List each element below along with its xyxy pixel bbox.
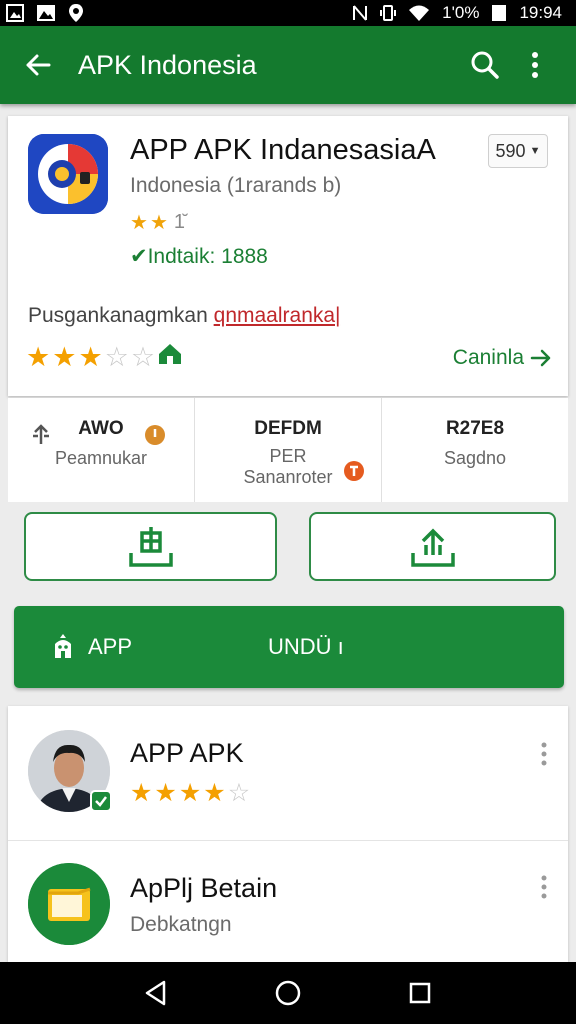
app-rating-stars: ★ ★ ★ ☆ ☆	[26, 342, 183, 373]
description-text: Pusgankanagmkan	[28, 304, 214, 327]
small-rating-text: 1̆	[173, 211, 185, 233]
nav-back-button[interactable]	[131, 968, 181, 1018]
stat-label: Sagdno	[443, 448, 507, 468]
image-icon	[36, 4, 56, 22]
badge-icon	[145, 425, 165, 445]
android-icon	[55, 634, 71, 658]
list-item-rating: ★ ★ ★ ★ ☆	[130, 778, 250, 808]
size-icon	[33, 424, 49, 444]
location-icon	[68, 3, 84, 23]
install-left: APP	[48, 632, 132, 662]
share-button[interactable]	[24, 512, 277, 581]
list-item-more-button[interactable]	[534, 734, 554, 774]
app-name: APP APK IndanesasiaA	[130, 134, 436, 166]
status-icons-right: 1'0% 19:94	[352, 3, 562, 23]
chevron-down-icon: ▼	[529, 145, 541, 157]
upload-button[interactable]	[309, 512, 556, 581]
app-bar: APK Indonesia	[0, 26, 576, 104]
battery-icon	[491, 4, 507, 22]
house-icon	[157, 342, 183, 373]
install-right-label: UNDÜ ı	[268, 634, 344, 659]
circle-home-icon	[275, 980, 301, 1006]
star-empty-icon: ☆	[227, 779, 251, 807]
verified-badge-icon	[90, 790, 112, 812]
search-icon	[471, 51, 499, 79]
status-icons-left	[6, 3, 84, 23]
stat-downloads: AWO Peamnukar	[8, 398, 194, 502]
developer-name: Indonesia (1rarands b)	[130, 174, 342, 197]
stat-size: R27E8 Sagdno	[381, 398, 568, 502]
continue-link[interactable]: Caninla	[453, 346, 552, 370]
nav-home-button[interactable]	[263, 968, 313, 1018]
folder-app-icon	[28, 863, 110, 945]
more-vert-icon	[541, 875, 547, 899]
back-button[interactable]	[16, 43, 60, 87]
more-vert-icon	[541, 742, 547, 766]
vibrate-icon	[380, 4, 397, 22]
stats-row: AWO Peamnukar DEFDM PER Sananroter R27E8…	[8, 398, 568, 502]
upload-tray-icon	[410, 528, 455, 567]
download-tray-icon	[128, 526, 173, 567]
system-nav-bar	[0, 962, 576, 1024]
description-link[interactable]: qnmaalranka|	[214, 304, 341, 327]
verified-label: ✔Indtaik: 1888	[130, 245, 268, 268]
version-value: 590	[495, 140, 526, 161]
install-button[interactable]: APP UNDÜ ı	[14, 606, 564, 688]
rating-badge-icon	[344, 461, 364, 481]
clock: 19:94	[519, 3, 562, 22]
star-empty-icon: ☆	[104, 342, 129, 372]
star-filled-icon: ★	[52, 342, 77, 372]
status-bar: 1'0% 19:94	[0, 0, 576, 26]
list-item-title: APP APK	[130, 738, 244, 768]
search-button[interactable]	[460, 40, 510, 90]
stat-label: Peamnukar	[54, 448, 148, 468]
list-item[interactable]: ApPlj Betain Debkatngn	[8, 840, 568, 962]
list-item-title: ApPlj Betain	[130, 873, 278, 903]
app-logo-icon	[28, 134, 108, 214]
stat-value: R27E8	[445, 418, 505, 439]
star-icon: ★	[130, 212, 148, 234]
wifi-icon	[408, 4, 430, 22]
triangle-back-icon	[145, 980, 166, 1006]
stat-rating: DEFDM PER Sananroter	[194, 398, 381, 502]
square-recents-icon	[409, 982, 431, 1004]
arrow-right-icon	[530, 349, 551, 367]
star-filled-icon: ★	[203, 779, 226, 807]
star-filled-icon: ★	[78, 342, 103, 372]
list-item-subtitle: Debkatngn	[130, 913, 232, 936]
description: Pusgankanagmkan qnmaalranka|	[28, 304, 341, 328]
nav-recents-button[interactable]	[395, 968, 445, 1018]
page-title: APK Indonesia	[78, 49, 257, 80]
star-filled-icon: ★	[130, 779, 153, 807]
more-vert-icon	[532, 52, 538, 78]
battery-percent: 1'0%	[442, 3, 480, 22]
app-info-card: APP APK IndanesasiaA 590 ▼ Indonesia (1r…	[8, 116, 568, 396]
list-item[interactable]: APP APK ★ ★ ★ ★ ☆	[8, 706, 568, 840]
star-filled-icon: ★	[154, 779, 177, 807]
star-icon: ★	[149, 212, 168, 234]
related-apps-list: APP APK ★ ★ ★ ★ ☆ ApPlj Betain Debkatngn	[8, 706, 568, 962]
continue-label: Caninla	[452, 346, 524, 369]
version-dropdown[interactable]: 590 ▼	[488, 134, 548, 168]
nfc-icon	[352, 4, 368, 22]
stat-value: DEFDM	[254, 418, 322, 439]
install-left-label: APP	[88, 634, 133, 659]
star-filled-icon: ★	[26, 342, 51, 372]
star-empty-icon: ☆	[130, 342, 156, 372]
arrow-left-icon	[26, 54, 51, 76]
photo-icon	[6, 4, 24, 22]
overflow-menu-button[interactable]	[510, 40, 560, 90]
small-rating: ★ ★ 1̆	[130, 210, 185, 235]
list-item-more-button[interactable]	[534, 867, 554, 907]
star-filled-icon: ★	[178, 779, 202, 807]
